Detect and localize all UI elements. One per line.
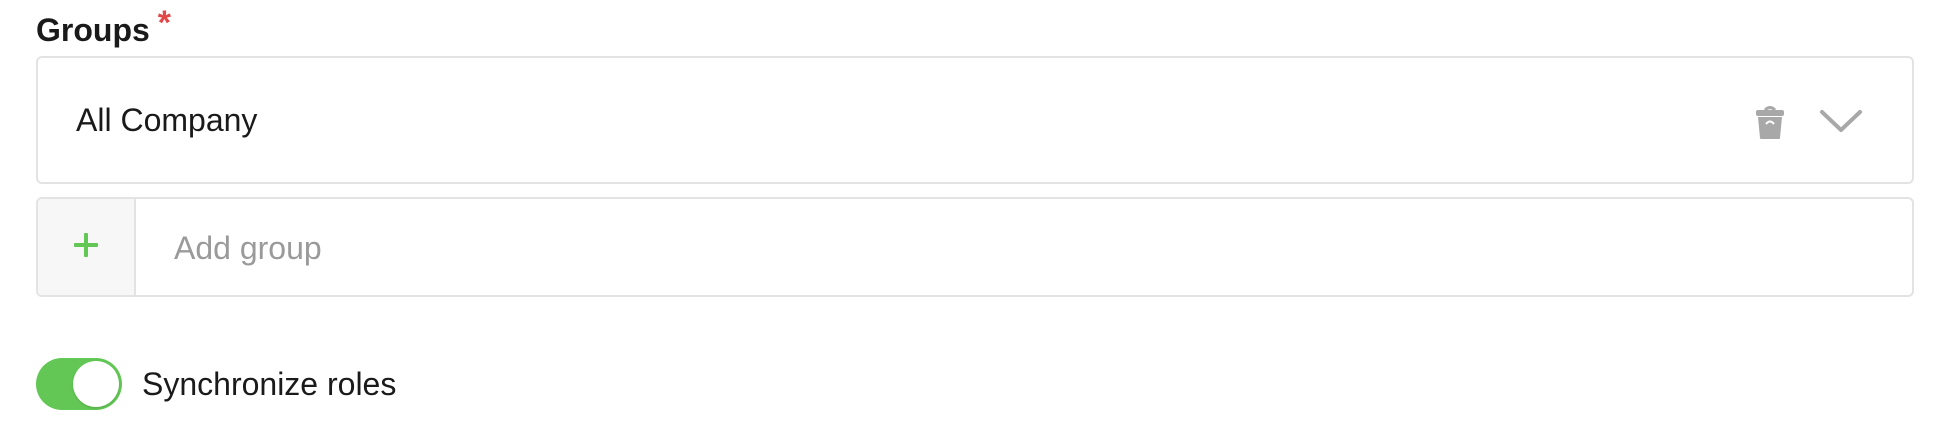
synchronize-roles-toggle[interactable] — [36, 358, 122, 410]
required-asterisk: * — [157, 4, 172, 42]
selected-group-value: All Company — [76, 102, 258, 138]
plus-icon — [72, 231, 100, 264]
add-group-button[interactable] — [38, 199, 136, 295]
groups-form: Groups * All Company Add group Synchroni… — [0, 0, 1942, 430]
trash-icon[interactable] — [1754, 104, 1786, 140]
groups-field-label: Groups * — [36, 4, 172, 52]
synchronize-roles-row: Synchronize roles — [36, 358, 396, 410]
toggle-knob — [73, 361, 119, 407]
group-select-all-company[interactable]: All Company — [36, 56, 1914, 184]
add-group-input[interactable] — [136, 199, 1912, 297]
synchronize-roles-label: Synchronize roles — [142, 365, 397, 402]
chevron-down-icon[interactable] — [1818, 106, 1864, 136]
add-group-row — [36, 197, 1914, 297]
groups-label-text: Groups — [36, 12, 150, 48]
